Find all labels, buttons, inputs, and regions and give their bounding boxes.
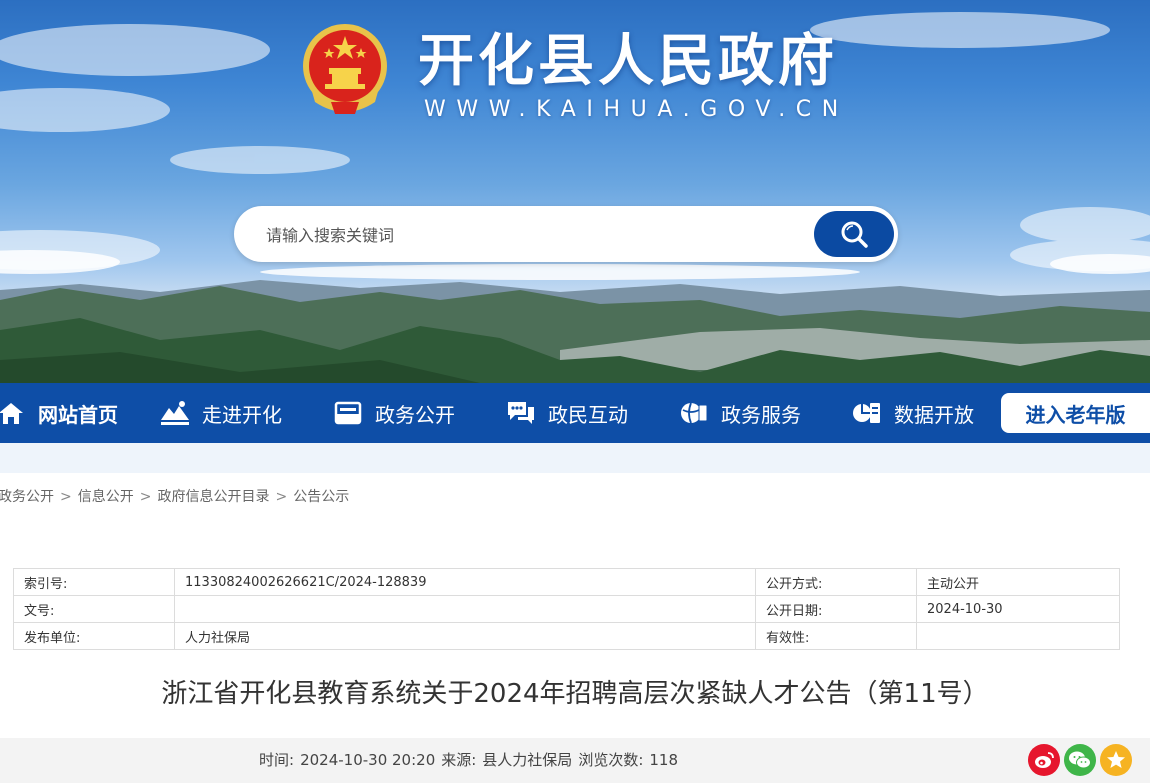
nav-item-about[interactable]: 走进开化 — [160, 383, 282, 443]
doc-no-value — [174, 595, 756, 623]
nav-item-services[interactable]: 政务服务 — [679, 383, 801, 443]
breadcrumb-item[interactable]: 政府信息公开目录 — [157, 489, 269, 505]
nav-item-open-data[interactable]: 数据开放 — [852, 383, 974, 443]
source-value: 县人力社保局 — [482, 751, 573, 769]
weibo-icon — [1035, 752, 1054, 768]
document-info-table: 索引号: 11330824002626621C/2024-128839 公开方式… — [13, 568, 1120, 650]
favorite-icon — [1107, 751, 1125, 768]
nav-item-label: 走进开化 — [202, 402, 282, 427]
nav-item-label: 政民互动 — [548, 402, 628, 427]
validity-value — [916, 622, 1120, 650]
search-input[interactable] — [264, 216, 828, 254]
nav-item-label: 网站首页 — [38, 402, 118, 427]
breadcrumb-separator: > — [275, 489, 288, 505]
landscape-icon — [160, 400, 190, 426]
elder-mode-button[interactable]: 进入老年版 — [1001, 393, 1150, 433]
time-value: 2024-10-30 20:20 — [300, 751, 436, 769]
main-nav: 网站首页 走进开化 政务公开 政民互动 政务服务 数据开放 — [0, 383, 1150, 443]
wechat-icon — [1069, 751, 1091, 769]
nav-item-gov-affairs[interactable]: 政务公开 — [333, 383, 455, 443]
views-label: 浏览次数: — [578, 751, 644, 769]
nav-item-home[interactable]: 网站首页 — [0, 383, 118, 443]
data-server-icon — [852, 400, 882, 426]
index-label: 索引号: — [13, 568, 175, 596]
nav-item-label: 政务服务 — [721, 402, 801, 427]
views-value: 118 — [649, 751, 679, 769]
time-label: 时间: — [259, 751, 295, 769]
document-tray-icon — [333, 400, 363, 426]
validity-label: 有效性: — [755, 622, 917, 650]
nav-item-label: 数据开放 — [894, 402, 974, 427]
doc-no-label: 文号: — [13, 595, 175, 623]
home-icon — [0, 400, 26, 426]
breadcrumb: 政务公开 > 信息公开 > 政府信息公开目录 > 公告公示 — [0, 486, 349, 506]
publisher-value: 人力社保局 — [174, 622, 756, 650]
nav-item-label: 政务公开 — [375, 402, 455, 427]
chat-bubbles-icon — [506, 400, 536, 426]
search-button[interactable] — [814, 211, 894, 257]
source-label: 来源: — [441, 751, 477, 769]
article-meta: 时间: 2024-10-30 20:20 来源: 县人力社保局 浏览次数: 118 — [259, 749, 684, 770]
method-value: 主动公开 — [916, 568, 1120, 596]
share-wechat-button[interactable] — [1064, 744, 1096, 776]
globe-service-icon — [679, 400, 709, 426]
share-favorite-button[interactable] — [1100, 744, 1132, 776]
article-title: 浙江省开化县教育系统关于2024年招聘高层次紧缺人才公告（第11号） — [161, 679, 989, 709]
table-row: 文号: 公开日期: 2024-10-30 — [13, 595, 1120, 623]
method-label: 公开方式: — [755, 568, 917, 596]
breadcrumb-separator: > — [60, 489, 72, 505]
date-value: 2024-10-30 — [916, 595, 1120, 623]
table-row: 发布单位: 人力社保局 有效性: — [13, 622, 1120, 650]
date-label: 公开日期: — [755, 595, 917, 623]
breadcrumb-item[interactable]: 政务公开 — [0, 489, 54, 505]
national-emblem-icon — [303, 24, 387, 114]
share-weibo-button[interactable] — [1028, 744, 1060, 776]
breadcrumb-separator: > — [139, 489, 152, 505]
breadcrumb-item[interactable]: 公告公示 — [293, 489, 349, 505]
site-domain: WWW.KAIHUA.GOV.CN — [424, 97, 849, 122]
nav-item-interaction[interactable]: 政民互动 — [506, 383, 628, 443]
sub-nav-strip — [0, 443, 1150, 473]
header-banner: 开化县人民政府 WWW.KAIHUA.GOV.CN — [0, 0, 1150, 383]
publisher-label: 发布单位: — [13, 622, 175, 650]
search-icon — [841, 221, 868, 248]
breadcrumb-item[interactable]: 信息公开 — [78, 489, 134, 505]
search-box — [234, 206, 898, 262]
site-title: 开化县人民政府 — [418, 29, 838, 94]
index-value: 11330824002626621C/2024-128839 — [174, 568, 756, 596]
table-row: 索引号: 11330824002626621C/2024-128839 公开方式… — [13, 568, 1120, 596]
